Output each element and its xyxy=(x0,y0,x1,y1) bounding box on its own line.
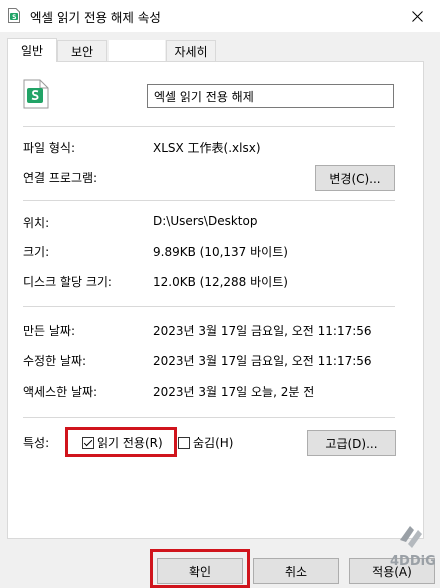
modified-value: 2023년 3월 17일 금요일, 오전 11:17:56 xyxy=(153,354,372,368)
size-on-disk-label: 디스크 할당 크기: xyxy=(23,275,112,289)
tab-label: 보안 xyxy=(70,44,94,59)
watermark-logo-icon xyxy=(400,526,422,548)
hidden-label: 숨김(H) xyxy=(193,436,234,450)
checkbox-box[interactable] xyxy=(178,436,190,449)
hidden-checkbox[interactable]: 숨김(H) xyxy=(178,434,233,451)
file-type-value: XLSX 工作表(.xlsx) xyxy=(153,141,261,155)
excel-file-icon xyxy=(8,8,20,23)
cancel-button-label: 취소 xyxy=(284,564,308,579)
location-value: D:\Users\Desktop xyxy=(153,214,258,228)
tab-blank[interactable] xyxy=(109,40,165,61)
created-label: 만든 날짜: xyxy=(23,324,76,338)
watermark: 4DDiG xyxy=(390,520,440,580)
attributes-label: 특성: xyxy=(23,436,50,450)
open-with-label: 연결 프로그램: xyxy=(23,171,98,185)
file-name-field[interactable]: 엑셀 읽기 전용 해제 xyxy=(147,84,394,108)
tab-general[interactable]: 일반 xyxy=(7,38,57,62)
change-button[interactable]: 변경(C)... xyxy=(315,165,395,191)
readonly-highlight-box xyxy=(65,427,177,457)
location-label: 위치: xyxy=(23,216,50,230)
size-label: 크기: xyxy=(23,245,50,259)
tab-label: 일반 xyxy=(20,44,44,58)
close-button[interactable] xyxy=(394,0,440,32)
modified-label: 수정한 날짜: xyxy=(23,354,87,368)
general-panel xyxy=(7,61,424,539)
cancel-button[interactable]: 취소 xyxy=(253,558,339,584)
excel-file-icon xyxy=(23,79,49,109)
advanced-button-label: 고급(D)... xyxy=(325,436,378,451)
tab-security[interactable]: 보안 xyxy=(57,40,107,61)
ok-highlight-box xyxy=(150,549,250,588)
separator xyxy=(23,200,395,201)
accessed-label: 액세스한 날짜: xyxy=(23,385,98,399)
separator xyxy=(23,417,395,418)
size-on-disk-value: 12.0KB (12,288 바이트) xyxy=(153,275,288,289)
watermark-text: 4DDiG xyxy=(390,554,436,569)
separator xyxy=(23,126,395,127)
close-icon xyxy=(411,10,423,22)
accessed-value: 2023년 3월 17일 오늘, 2분 전 xyxy=(153,385,315,399)
created-value: 2023년 3월 17일 금요일, 오전 11:17:56 xyxy=(153,324,372,338)
separator xyxy=(23,306,395,307)
advanced-button[interactable]: 고급(D)... xyxy=(307,430,396,456)
tab-details[interactable]: 자세히 xyxy=(166,40,216,61)
tab-label: 자세히 xyxy=(174,44,208,59)
size-value: 9.89KB (10,137 바이트) xyxy=(153,245,288,259)
title-bar: 엑셀 읽기 전용 해제 속성 xyxy=(0,0,440,32)
file-type-label: 파일 형식: xyxy=(23,141,76,155)
window-title: 엑셀 읽기 전용 해제 속성 xyxy=(30,10,161,25)
change-button-label: 변경(C)... xyxy=(329,171,381,186)
